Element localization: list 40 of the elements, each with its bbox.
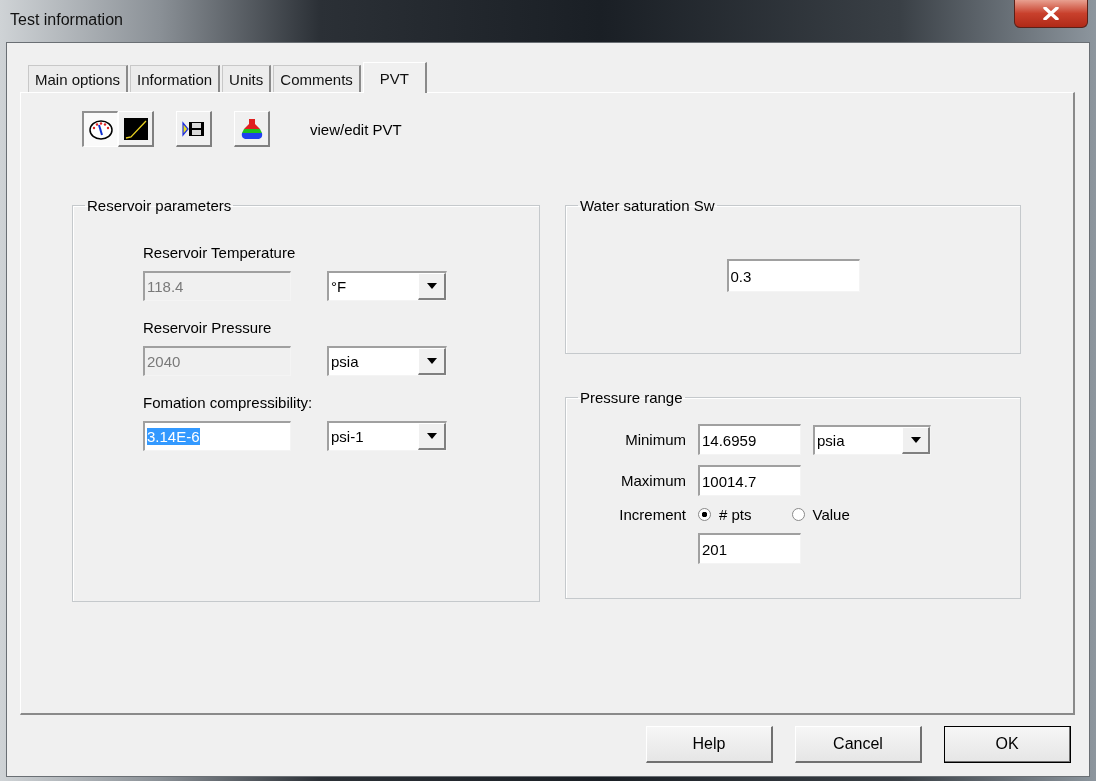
dialog-button[interactable]: OK (944, 726, 1071, 763)
dropdown-arrow-icon (426, 433, 437, 439)
dropdown-arrow-icon (426, 358, 437, 364)
group-title: Reservoir parameters (86, 197, 233, 214)
dialog-button[interactable]: Cancel (795, 726, 922, 763)
radio-option[interactable]: # pts (698, 506, 752, 523)
field-label: Reservoir Pressure (143, 319, 273, 336)
dialog-button[interactable]: Help (646, 726, 773, 763)
dropdown-arrow-icon (426, 283, 437, 289)
tab[interactable]: Comments (273, 65, 361, 92)
curve-chart-icon (122, 116, 149, 141)
toolbar-caption: view/edit PVT (310, 120, 402, 138)
field-label: Fomation compressibility: (143, 394, 314, 411)
tab[interactable]: Units (222, 65, 272, 92)
group-title: Water saturation Sw (579, 197, 716, 214)
radio-button[interactable] (791, 508, 805, 521)
text-field[interactable]: 14.6959 (698, 424, 801, 455)
unit-dropdown[interactable]: psia (813, 424, 931, 455)
field-label: Maximum (620, 472, 686, 489)
tab[interactable]: Main options (28, 65, 129, 92)
close-icon (1043, 7, 1059, 20)
dropdown-arrow-icon (910, 436, 921, 443)
text-field[interactable]: 201 (698, 533, 801, 564)
text-field[interactable]: 0.3 (726, 259, 860, 292)
field-label: Minimum (624, 431, 686, 448)
close-button[interactable] (1014, 0, 1088, 28)
toolbar-button[interactable] (82, 111, 118, 147)
tab[interactable]: Information (130, 65, 221, 92)
unit-dropdown[interactable]: psi-1 (327, 421, 447, 451)
radio-option[interactable]: Value (791, 506, 850, 523)
tab[interactable]: PVT (362, 62, 427, 93)
text-field[interactable]: 10014.7 (698, 465, 801, 496)
window-title: Test information (10, 11, 123, 29)
radio-label: # pts (719, 506, 752, 523)
gauge-icon (87, 117, 114, 142)
field-label: Reservoir Temperature (143, 244, 297, 261)
field-label: Increment (618, 506, 686, 523)
radio-label: Value (812, 506, 850, 523)
group-title: Pressure range (579, 389, 684, 406)
radio-button[interactable] (698, 508, 711, 521)
